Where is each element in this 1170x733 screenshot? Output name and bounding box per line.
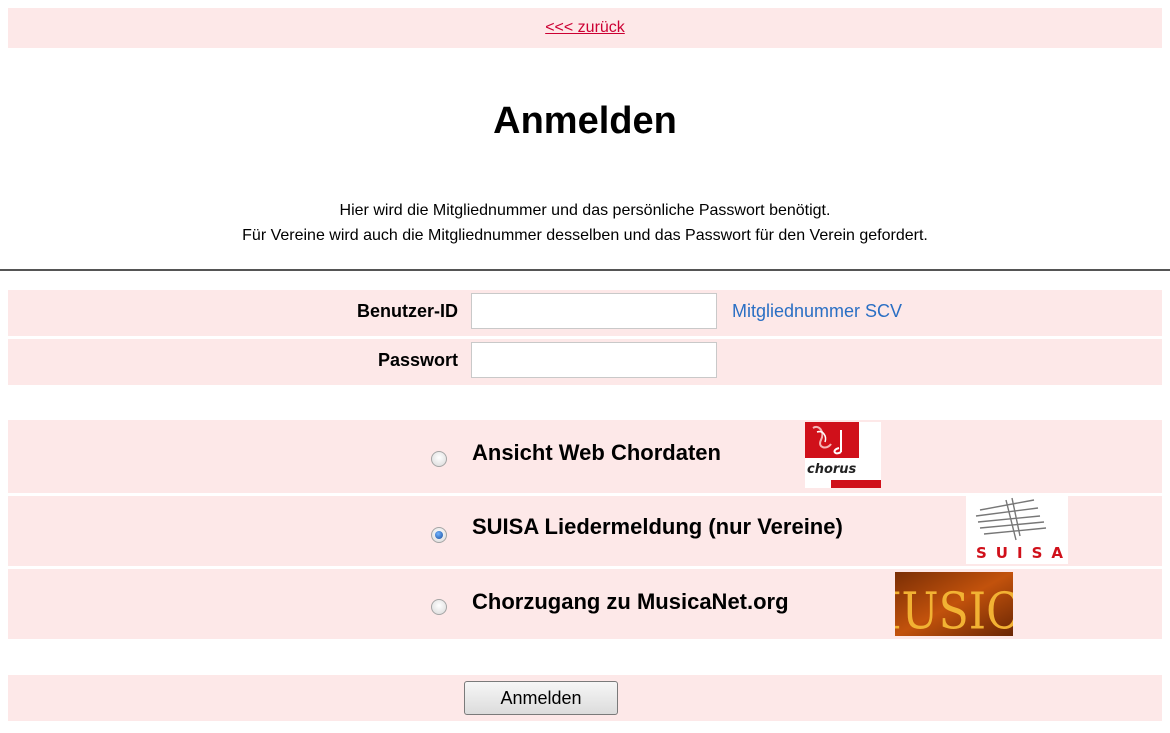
option-label-chorus[interactable]: Ansicht Web Chordaten [472, 440, 721, 466]
chorus-logo-text: chorus [807, 462, 857, 477]
password-input[interactable] [471, 342, 717, 378]
musica-logo-text: MUSICA [895, 582, 1013, 636]
back-link-bar: <<< zurück [8, 8, 1162, 48]
page-title: Anmelden [493, 100, 677, 142]
password-label: Passwort [377, 350, 458, 370]
chorus-logo: chorus [805, 422, 881, 488]
radio-suisa[interactable] [431, 527, 447, 543]
intro-text: Hier wird die Mitgliednummer und das per… [0, 198, 1170, 248]
user-id-row: Benutzer-ID Mitgliednummer SCV [8, 290, 1162, 336]
intro-line-2: Für Vereine wird auch die Mitgliednummer… [242, 227, 928, 244]
intro-line-1: Hier wird die Mitgliednummer und das per… [339, 202, 831, 219]
suisa-logo: SUISA [966, 496, 1068, 564]
user-id-input[interactable] [471, 293, 717, 329]
musica-logo: MUSICA [895, 572, 1013, 636]
divider [0, 269, 1170, 271]
password-row: Passwort [8, 339, 1162, 385]
option-row-chorus: Ansicht Web Chordaten chorus [8, 420, 1162, 493]
option-label-musica[interactable]: Chorzugang zu MusicaNet.org [472, 589, 789, 615]
option-row-suisa: SUISA Liedermeldung (nur Vereine) SUISA [8, 496, 1162, 566]
suisa-logo-text: SUISA [976, 544, 1068, 562]
login-button[interactable]: Anmelden [464, 681, 618, 715]
user-id-hint: Mitgliednummer SCV [732, 301, 903, 321]
option-row-musica: Chorzugang zu MusicaNet.org MUSICA [8, 569, 1162, 639]
back-link[interactable]: <<< zurück [545, 19, 625, 36]
option-label-suisa[interactable]: SUISA Liedermeldung (nur Vereine) [472, 514, 843, 540]
user-id-label: Benutzer-ID [356, 301, 458, 321]
radio-musica[interactable] [431, 599, 447, 615]
radio-chorus[interactable] [431, 451, 447, 467]
